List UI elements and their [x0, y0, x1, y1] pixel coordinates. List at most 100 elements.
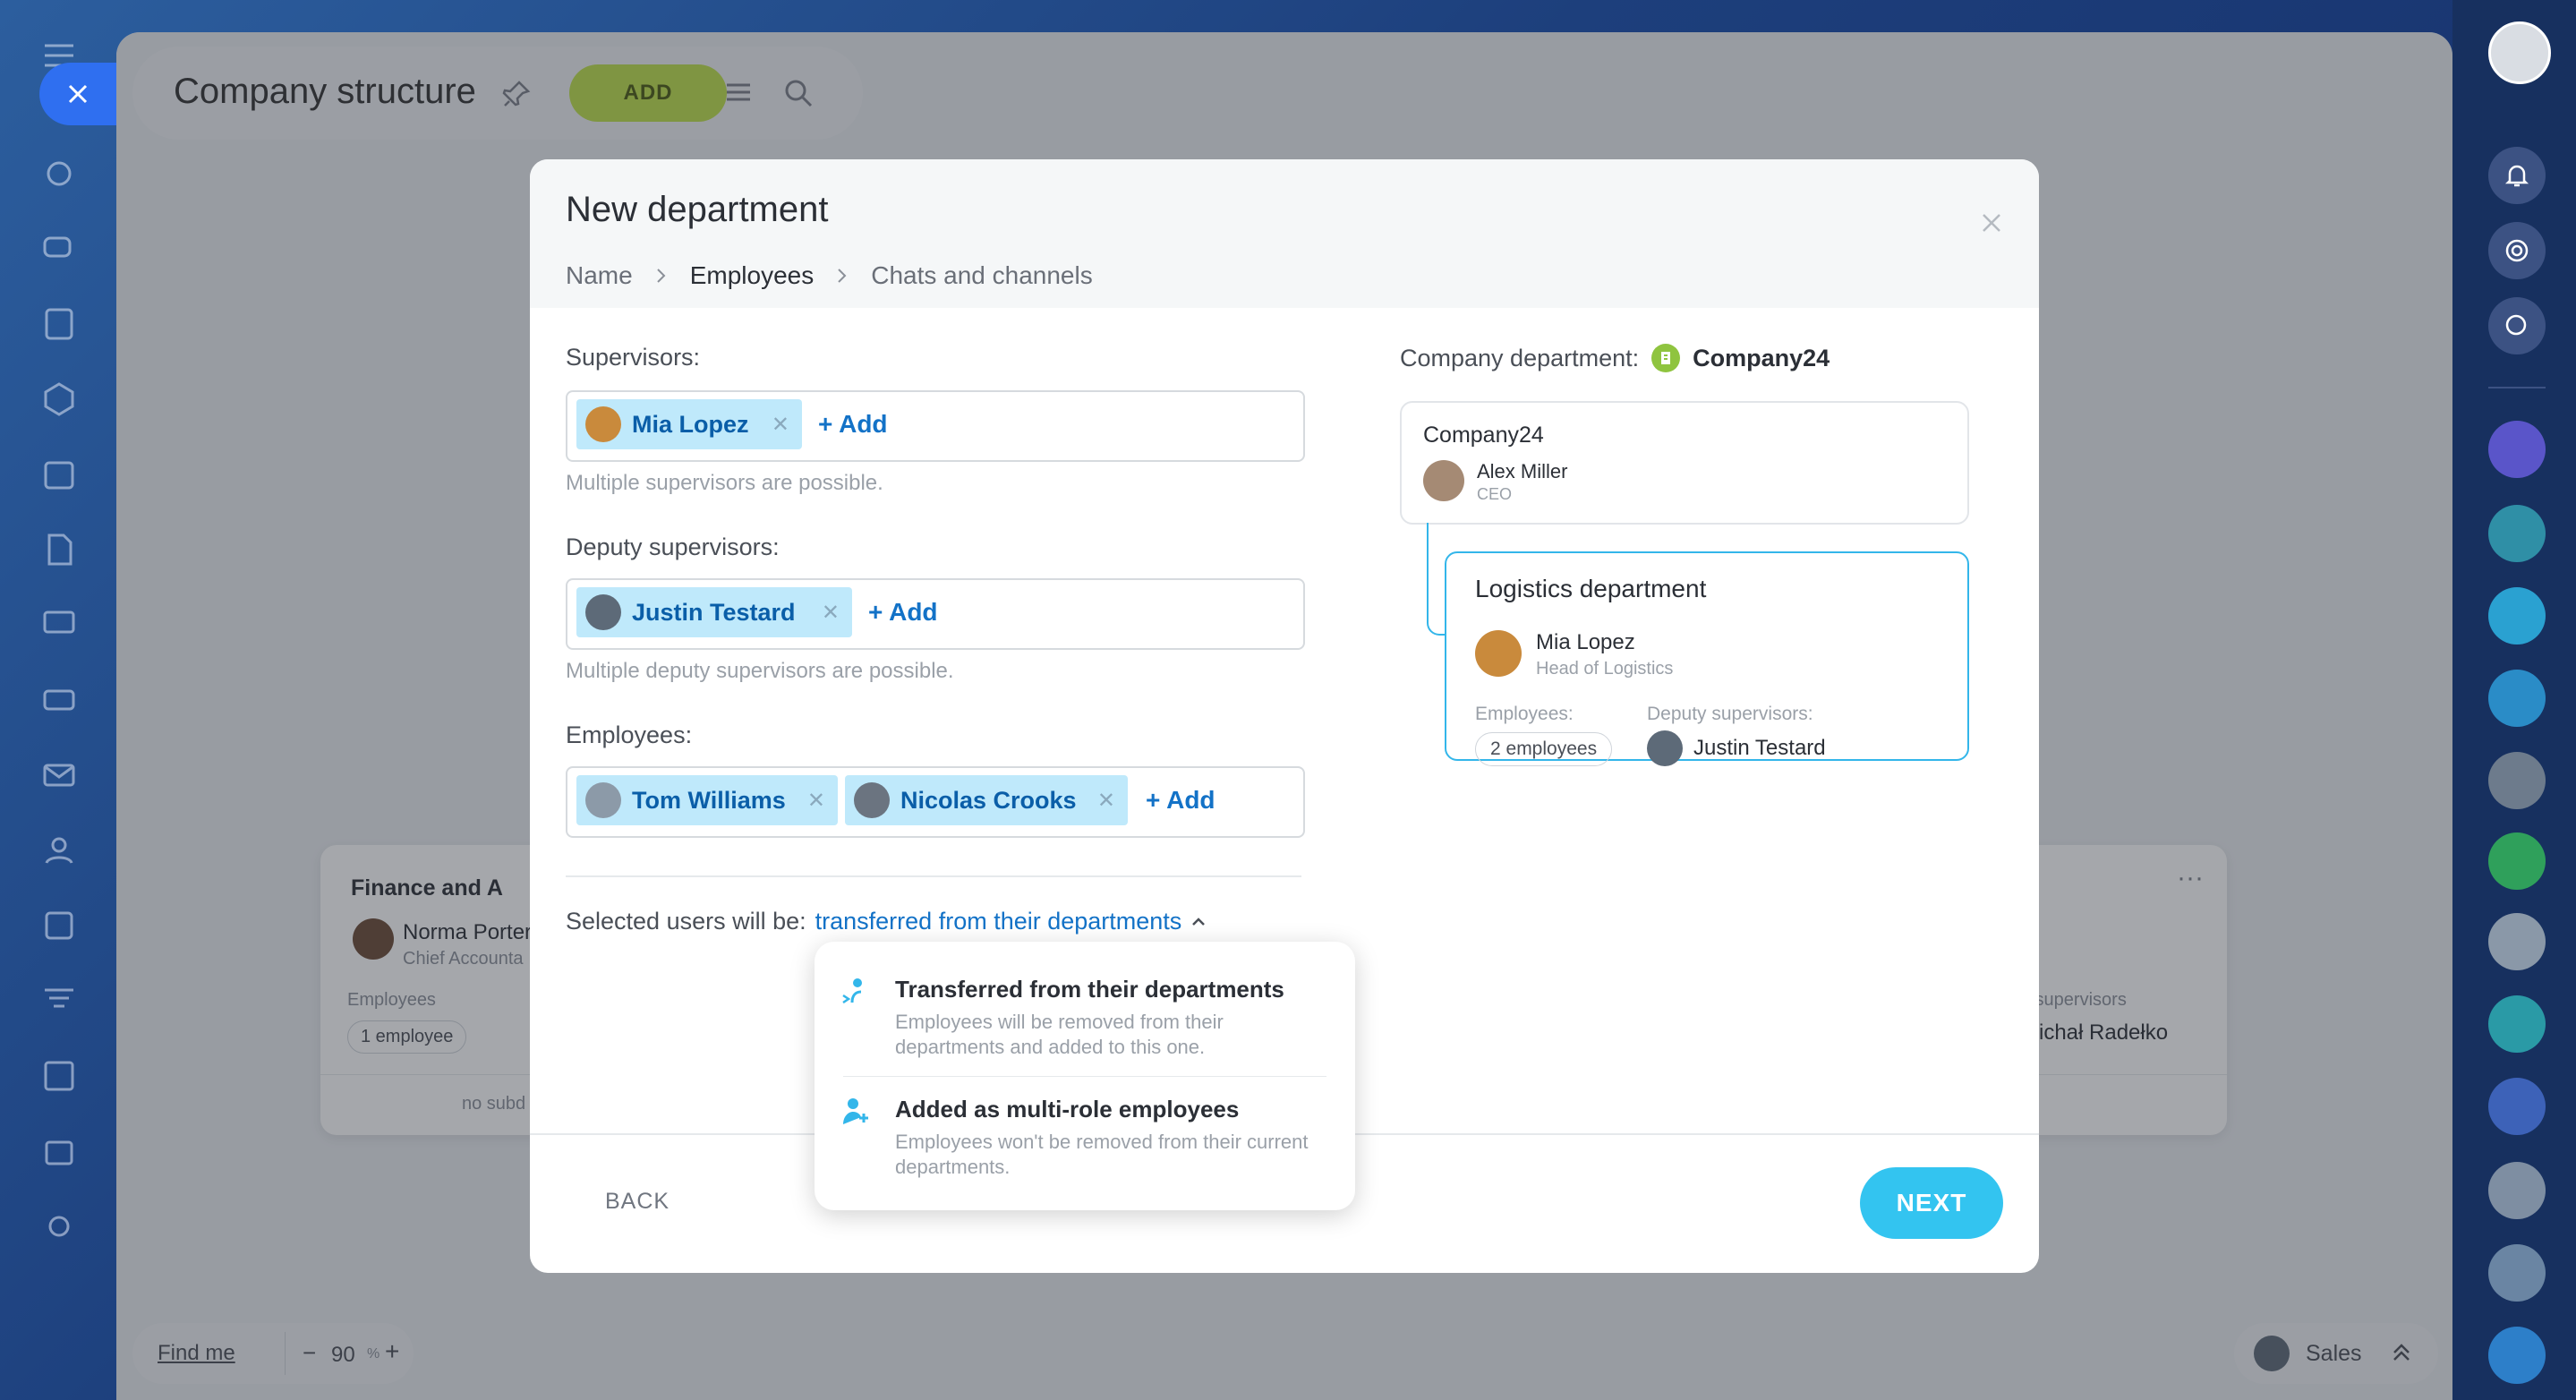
option-transferred-desc: Employees will be removed from their dep…: [895, 1011, 1224, 1058]
breadcrumb-employees[interactable]: Employees: [690, 261, 815, 290]
mail-icon[interactable]: [41, 757, 77, 793]
add-deputy-link[interactable]: + Add: [868, 598, 938, 627]
target-icon[interactable]: [2488, 222, 2546, 279]
option-transferred[interactable]: Transferred from their departments: [895, 976, 1284, 1003]
tag-name: Nicolas Crooks: [900, 786, 1077, 814]
option-multirole-desc: Employees won't be removed from their cu…: [895, 1131, 1309, 1178]
crm-icon[interactable]: [41, 156, 77, 192]
employees-label: Employees:: [566, 721, 693, 748]
task-chat-icon[interactable]: [2488, 832, 2546, 890]
supervisors-label: Supervisors:: [566, 344, 701, 371]
task-chat-icon[interactable]: [2488, 1078, 2546, 1135]
avatar: [585, 406, 621, 442]
dept-card-title: Logistics department: [1475, 575, 1707, 602]
chevron-right-icon: [656, 269, 666, 283]
root-department-card: Company24 Alex Miller CEO: [1400, 401, 1969, 525]
contact-avatar[interactable]: [2488, 752, 2546, 809]
funnel-icon[interactable]: [41, 983, 77, 1019]
add-supervisor-link[interactable]: + Add: [818, 410, 888, 439]
employees-field[interactable]: Tom Williams ✕ Nicolas Crooks ✕ + Add: [566, 766, 1305, 838]
remove-tag-icon[interactable]: ✕: [822, 600, 840, 626]
dept-person-role: Head of Logistics: [1536, 659, 1674, 679]
breadcrumb-chats[interactable]: Chats and channels: [871, 261, 1093, 290]
mail-icon[interactable]: [2488, 1327, 2546, 1384]
avatar: [854, 782, 890, 818]
copilot-icon[interactable]: [2488, 421, 2546, 478]
option-multirole[interactable]: Added as multi-role employees: [895, 1096, 1239, 1123]
tasks-icon[interactable]: [41, 908, 77, 943]
close-icon[interactable]: [1980, 211, 2003, 235]
left-sidebar: [0, 0, 116, 1400]
user-tag[interactable]: Tom Williams ✕: [576, 775, 838, 825]
hexagon-icon[interactable]: [41, 381, 77, 417]
people-icon[interactable]: [41, 832, 77, 868]
search-chat-icon[interactable]: [2488, 297, 2546, 354]
chevron-right-icon: [838, 269, 847, 283]
deputy-field[interactable]: Justin Testard ✕ + Add: [566, 578, 1305, 650]
group-chat-icon[interactable]: [2488, 505, 2546, 562]
avatar: [1475, 630, 1522, 677]
user-tag[interactable]: Nicolas Crooks ✕: [845, 775, 1128, 825]
chevron-up-icon[interactable]: [1190, 916, 1207, 928]
contact-avatar[interactable]: [2488, 1162, 2546, 1219]
remove-tag-icon[interactable]: ✕: [772, 412, 789, 438]
company-department-row: Company department: Company24: [1400, 344, 1830, 372]
inbox-icon[interactable]: [41, 682, 77, 718]
avatar: [1423, 460, 1464, 501]
transfer-icon: [840, 976, 872, 1008]
supervisors-hint: Multiple supervisors are possible.: [566, 471, 883, 495]
document-icon[interactable]: [41, 532, 77, 568]
user-tag[interactable]: Justin Testard ✕: [576, 587, 852, 637]
store-icon[interactable]: [41, 1133, 77, 1169]
supervisors-field[interactable]: Mia Lopez ✕ + Add: [566, 390, 1305, 462]
grid-icon[interactable]: [41, 1058, 77, 1094]
deputy-hint: Multiple deputy supervisors are possible…: [566, 659, 954, 683]
bell-icon[interactable]: [2488, 147, 2546, 204]
user-avatar[interactable]: [2488, 21, 2551, 84]
building-icon: [1651, 344, 1681, 372]
user-tag[interactable]: Mia Lopez ✕: [576, 399, 802, 449]
avatar: [585, 594, 621, 630]
company-name: Company24: [1693, 344, 1830, 371]
chat-icon[interactable]: [41, 231, 77, 267]
selected-mode-link[interactable]: transferred from their departments: [815, 908, 1182, 935]
divider: [843, 1076, 1326, 1077]
root-person-role: CEO: [1477, 485, 1513, 503]
contact-avatar[interactable]: [2488, 1244, 2546, 1302]
calendar-icon[interactable]: [41, 457, 77, 492]
company-department-label: Company department:: [1400, 344, 1640, 371]
contact-avatar[interactable]: [2488, 913, 2546, 970]
right-sidebar: [2452, 0, 2576, 1400]
dept-deputy-name: Justin Testard: [1693, 736, 1826, 760]
selected-prefix: Selected users will be:: [566, 908, 806, 935]
avatar: [585, 782, 621, 818]
tag-name: Mia Lopez: [632, 410, 749, 438]
task-chat-icon[interactable]: [2488, 670, 2546, 727]
message-icon[interactable]: [2488, 587, 2546, 645]
remove-tag-icon[interactable]: ✕: [807, 788, 825, 814]
dept-person-name: Mia Lopez: [1536, 630, 1635, 654]
feed-icon[interactable]: [41, 306, 77, 342]
close-icon: [68, 84, 88, 104]
dept-employees-label: Employees:: [1475, 704, 1574, 724]
root-card-title: Company24: [1423, 423, 1544, 448]
divider: [566, 875, 1301, 877]
breadcrumb-name[interactable]: Name: [566, 261, 633, 290]
selected-users-mode: Selected users will be: transferred from…: [566, 908, 1207, 935]
root-person-name: Alex Miller: [1477, 460, 1568, 482]
selection-mode-dropdown: Transferred from their departments Emplo…: [815, 942, 1355, 1210]
task-chat-icon[interactable]: [2488, 995, 2546, 1053]
dept-deputy-label: Deputy supervisors:: [1647, 704, 1813, 724]
new-department-card: Logistics department Mia Lopez Head of L…: [1445, 551, 1969, 766]
deputy-label: Deputy supervisors:: [566, 534, 780, 560]
remove-tag-icon[interactable]: ✕: [1097, 788, 1115, 814]
add-employee-link[interactable]: + Add: [1146, 786, 1215, 815]
close-slider-button[interactable]: [39, 63, 116, 125]
back-button[interactable]: BACK: [605, 1189, 670, 1215]
board-icon[interactable]: [41, 607, 77, 643]
next-button[interactable]: NEXT: [1860, 1167, 2003, 1239]
breadcrumb: Name Employees Chats and channels: [566, 261, 1093, 290]
dept-employees-count: 2 employees: [1475, 732, 1613, 766]
tag-name: Justin Testard: [632, 598, 796, 626]
settings-icon[interactable]: [41, 1208, 77, 1244]
